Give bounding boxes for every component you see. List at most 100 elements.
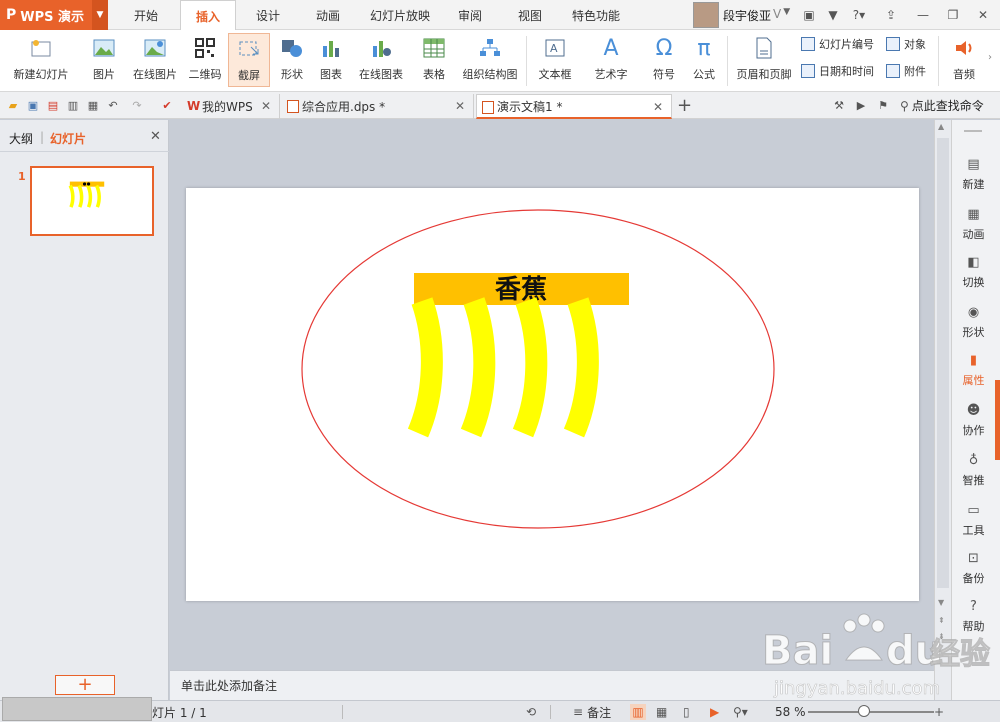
picture-button[interactable]: 图片 [84,33,124,87]
formula-button[interactable]: π 公式 [686,33,722,87]
slide-canvas[interactable]: 香蕉 [186,188,919,601]
symbol-button[interactable]: Ω 符号 [644,33,684,87]
command-search[interactable]: ⚲ 点此查找命令 [900,97,984,114]
close-icon[interactable]: ✕ [455,99,465,113]
textbox-button[interactable]: A 文本框 [530,33,580,87]
normal-view-icon[interactable]: ▥ [630,704,646,720]
attachment-button[interactable]: 附件 [886,62,926,80]
slide-thumbnail[interactable] [30,166,154,236]
redo-icon[interactable]: ↷ [130,98,144,112]
tab-special[interactable]: 特色功能 [560,0,632,30]
scroll-up-icon[interactable]: ▲ [938,122,944,131]
sorter-view-icon[interactable]: ▦ [656,704,667,720]
export-pdf-icon[interactable]: ▤ [46,98,60,112]
tab-document-zonghe[interactable]: 综合应用.dps * ✕ [282,94,474,119]
sidepane-recommend[interactable]: ♁ 智推 [952,452,995,488]
tab-my-wps[interactable]: W 我的WPS ✕ [182,94,280,119]
banana-group[interactable] [407,297,599,438]
screenshot-button[interactable]: 截屏 [228,33,270,87]
history-icon[interactable]: ⟲ [526,704,536,720]
close-icon[interactable]: ✕ [974,6,992,24]
avatar[interactable] [693,2,719,28]
tab-document-active[interactable]: 演示文稿1 * ✕ [476,94,672,119]
audio-button[interactable]: 音频 [944,33,984,87]
user-name-menu[interactable]: 段宇俊亚 V ▼ [723,7,790,24]
wps-logo-icon: P [6,7,17,23]
org-chart-button[interactable]: 组织结构图 [458,33,522,87]
sidepane-transition[interactable]: ◧ 切换 [952,254,995,290]
new-slide-button[interactable]: 新建幻灯片 [6,33,76,87]
online-picture-button[interactable]: 在线图片 [128,33,182,87]
add-slide-button[interactable]: + [55,675,115,695]
close-icon[interactable]: ✕ [653,100,663,114]
banana-shape[interactable] [460,297,496,438]
banana-shape[interactable] [563,297,599,438]
header-footer-button[interactable]: 页眉和页脚 [732,33,796,87]
sidepane-tools[interactable]: ▭ 工具 [952,502,995,538]
zoom-slider-thumb[interactable] [858,705,870,717]
slide-title[interactable]: 香蕉 [495,275,547,305]
new-tab-plus-icon[interactable]: + [677,95,692,116]
tab-start[interactable]: 开始 [118,0,174,30]
slideshow-play-icon[interactable]: ▶ [710,704,719,720]
sidepane-property[interactable]: ▮ 属性 [952,352,995,388]
app-menu-button[interactable]: P WPS 演示 ▼ [0,0,108,30]
pin-icon[interactable]: ⚲▾ [733,704,748,720]
scroll-thumb[interactable] [937,138,949,588]
object-button[interactable]: 对象 [886,35,926,53]
pane-grip [964,130,982,132]
app-menu-dropdown-icon[interactable]: ▼ [92,0,108,30]
zoom-slider[interactable] [808,711,934,713]
undo-icon[interactable]: ↶ [106,98,120,112]
reading-view-icon[interactable]: ▯ [683,704,690,720]
sidepane-animation[interactable]: ▦ 动画 [952,206,995,242]
online-chart-button[interactable]: 在线图表 [350,33,412,87]
close-panel-icon[interactable]: ✕ [150,129,161,144]
sidepane-backup[interactable]: ⊡ 备份 [952,550,995,586]
tool-icon[interactable]: ⚒ [832,98,846,112]
sidepane-new[interactable]: ▤ 新建 [952,156,995,192]
zoom-level[interactable]: 58 % [775,704,806,720]
tab-view[interactable]: 视图 [504,0,556,30]
zoom-in-icon[interactable]: + [934,704,944,720]
table-button[interactable]: 表格 [414,33,454,87]
tab-outline[interactable]: 大纲 [9,130,33,147]
save-icon[interactable]: ▣ [26,98,40,112]
quick-access-dropdown-icon[interactable]: ✔ [160,98,174,112]
sidepane-collab[interactable]: ☻ 协作 [952,402,995,438]
date-time-button[interactable]: 日期和时间 [801,62,874,80]
slide-number-button[interactable]: 幻灯片编号 [801,35,874,53]
skin-icon[interactable]: ▣ [800,6,818,24]
play-icon[interactable]: ▶ [854,98,868,112]
slide-number: 1 [18,170,26,183]
print-icon[interactable]: ▥ [66,98,80,112]
tab-insert[interactable]: 插入 [180,0,236,31]
open-folder-icon[interactable]: ▰ [6,98,20,112]
qrcode-button[interactable]: 二维码 [185,33,225,87]
close-icon[interactable]: ✕ [261,99,271,113]
shapes-icon [280,36,304,60]
shirt-icon[interactable]: ▼ [824,6,842,24]
scroll-down-icon[interactable]: ▼ [938,598,944,607]
chart-button[interactable]: 图表 [314,33,348,87]
print-preview-icon[interactable]: ▦ [86,98,100,112]
tab-design[interactable]: 设计 [240,0,296,30]
notes-toggle-button[interactable]: ≡ 备注 [573,704,611,720]
minimize-icon[interactable]: — [914,6,932,24]
tab-slideshow[interactable]: 幻灯片放映 [360,0,440,30]
ribbon-scroll-right-icon[interactable]: › [988,52,992,63]
wordart-button[interactable]: A 艺术字 [584,33,638,87]
help-menu-icon[interactable]: ?▾ [848,6,870,24]
tab-review[interactable]: 审阅 [444,0,496,30]
banana-shape[interactable] [407,297,443,438]
pane-collapse-handle[interactable] [995,380,1000,460]
sidepane-shape[interactable]: ◉ 形状 [952,304,995,340]
flag-icon[interactable]: ⚑ [876,98,890,112]
banana-shape[interactable] [512,297,548,438]
tab-animation[interactable]: 动画 [300,0,356,30]
shapes-button[interactable]: 形状 [272,33,312,87]
restore-icon[interactable]: ❐ [944,6,962,24]
tools-icon: ▭ [967,502,980,518]
tab-slides[interactable]: 幻灯片 [50,130,86,147]
share-icon[interactable]: ⇪ [882,6,900,24]
